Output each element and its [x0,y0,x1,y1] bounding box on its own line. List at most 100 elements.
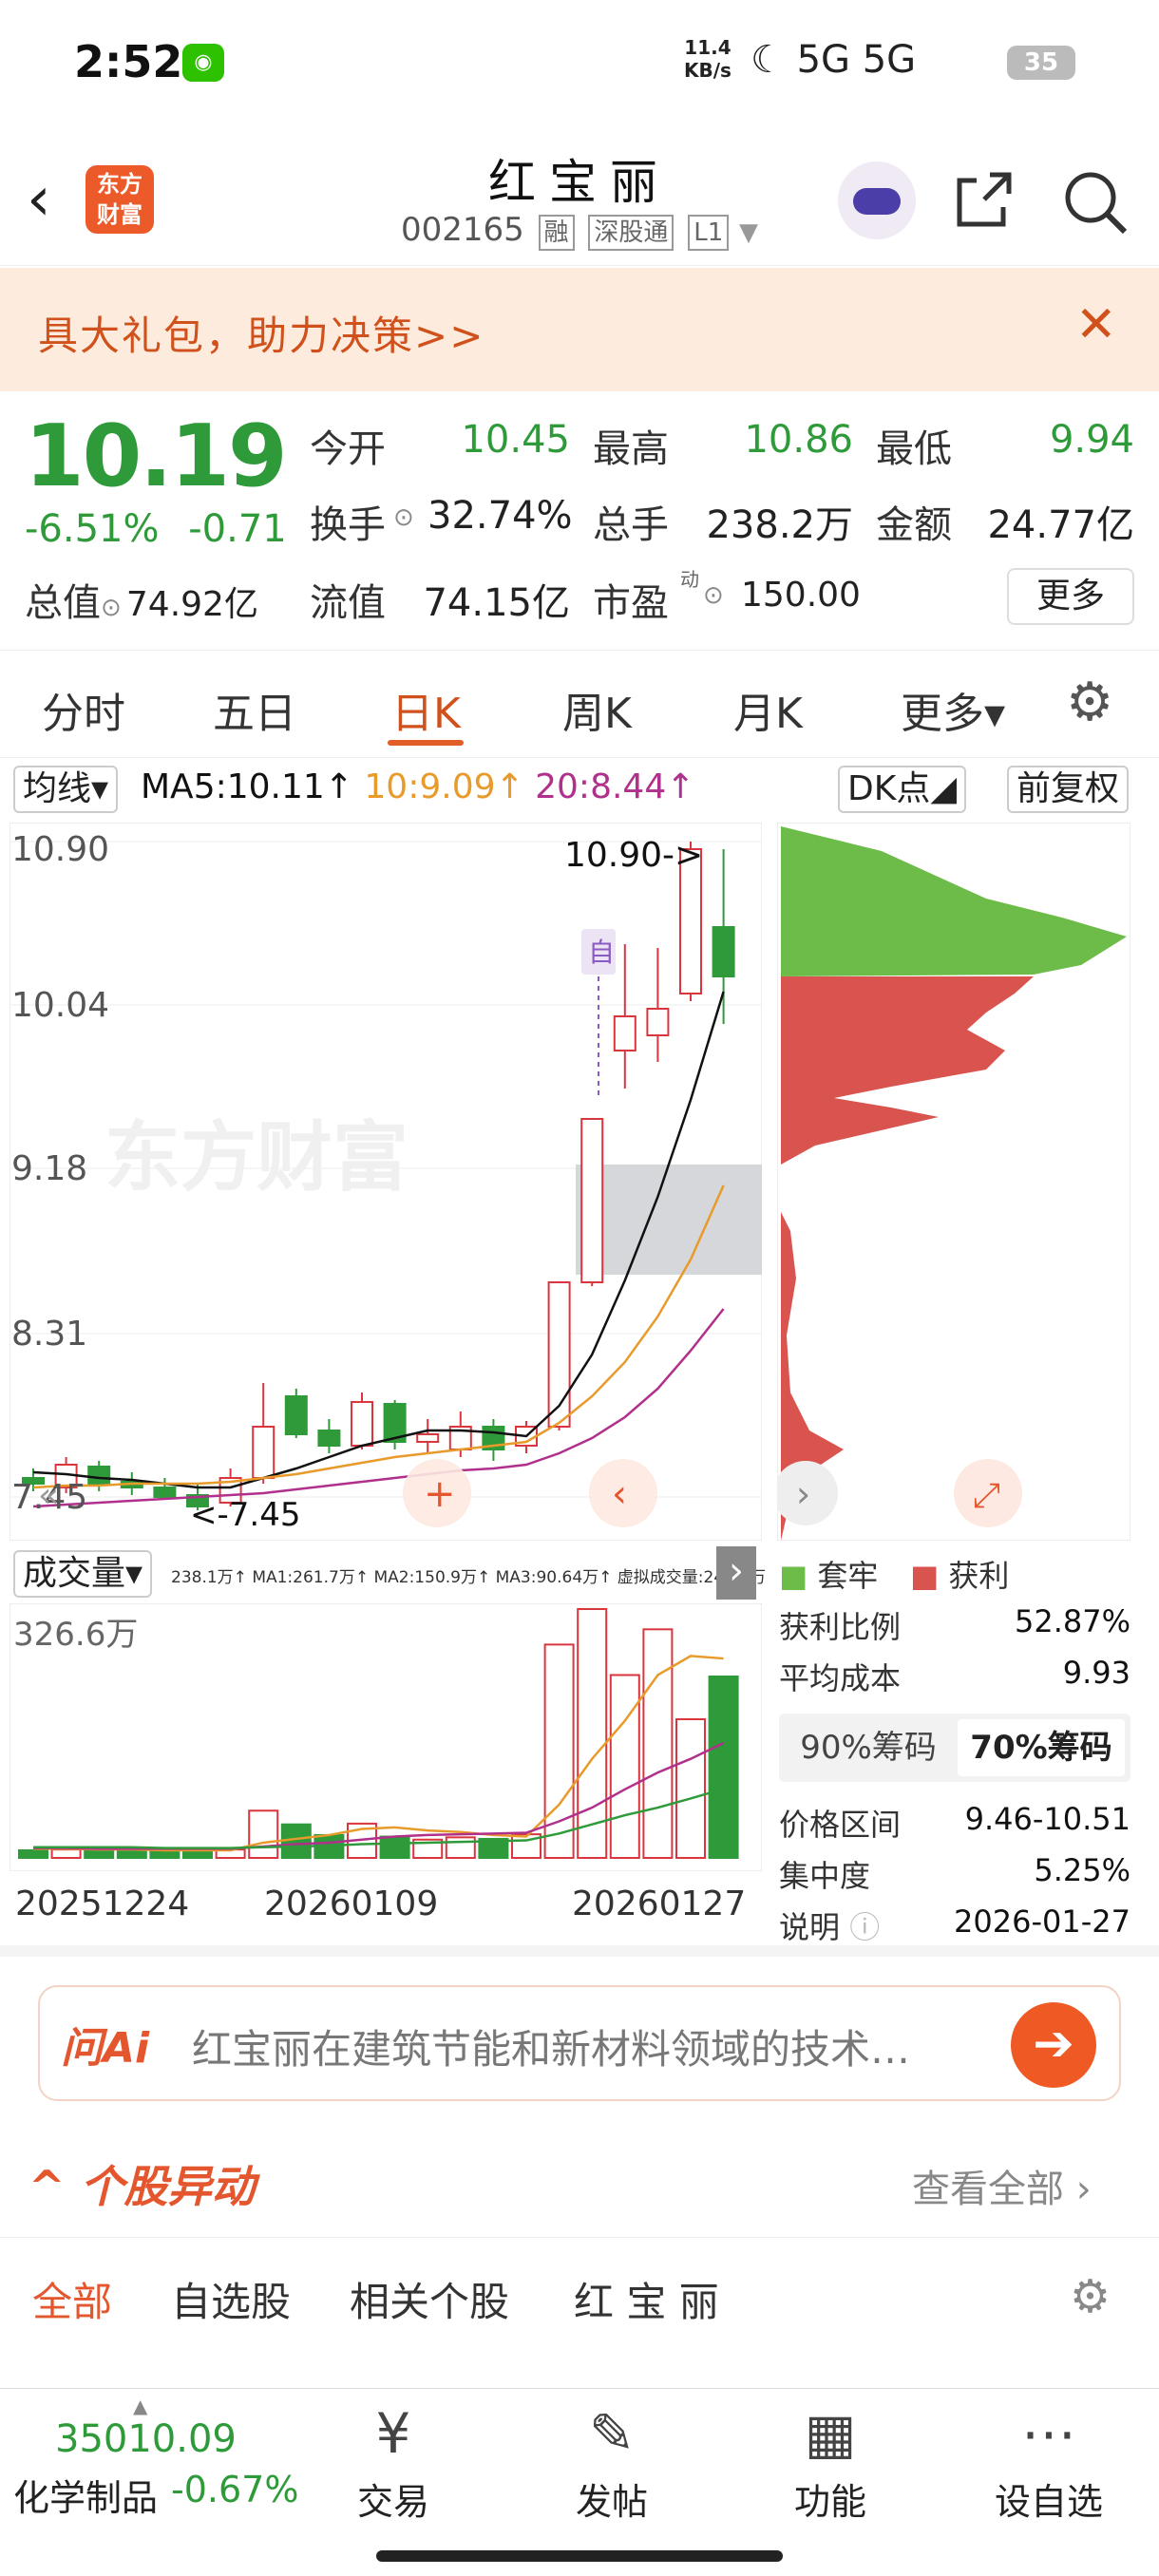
pe-label: 市盈 [593,581,669,625]
expand-icon[interactable]: ⤢ [973,1476,1000,1515]
filter-this-stock[interactable]: 红 宝 丽 [574,2270,719,2328]
mktcap-row: 总值⊙ 74.92亿 [25,572,258,627]
price-range-row: 价格区间 9.46-10.51 [779,1795,1130,1843]
close-icon[interactable]: ✕ [1075,296,1117,353]
network-speed: 11.4 KB/s [684,36,732,82]
view-all-link[interactable]: 查看全部 › [912,2158,1092,2213]
y-tick-label: 10.04 [11,986,109,1025]
tab-five-day[interactable]: 五日 [213,679,296,740]
quote-panel: 10.19 -6.51% -0.71 总值⊙ 74.92亿 今开 10.45 最… [0,399,1159,646]
volume-select[interactable]: 成交量▾ [13,1550,153,1598]
movers-title[interactable]: ^ 个股异动 [28,2152,256,2215]
tab-weekly-k[interactable]: 周K [562,679,632,740]
candle-body [580,1118,604,1283]
turnover-label: 换手 [310,503,386,547]
candlestick-chart[interactable]: 东方财富 10.9010.049.188.317.45 10.90-> <-7.… [10,823,762,1541]
ai-robot-icon[interactable] [838,161,916,239]
chip-legend: ■ 套牢 ■ 获利 [779,1546,1130,1594]
avg-cost-value: 9.93 [1062,1655,1130,1691]
watermark: 东方财富 [104,1113,408,1202]
volume-legend: 238.1万↑ MA1:261.7万↑ MA2:150.9万↑ MA3:90.6… [171,1568,767,1587]
note-label-text: 说明 [779,1909,841,1945]
net-speed-unit: KB/s [684,59,732,82]
filter-related[interactable]: 相关个股 [350,2270,509,2328]
index-value[interactable]: 35010.09 [55,2417,237,2461]
price-range-value: 9.46-10.51 [964,1801,1130,1837]
arrow-right-icon[interactable]: ➔ [1011,2002,1096,2088]
candle-body [416,1433,440,1443]
tab-monthly-k[interactable]: 月K [733,679,803,740]
chevron-right-icon[interactable]: › [716,1546,756,1600]
grid-icon: ▦ [804,2401,857,2466]
bottom-nav: ▲ 35010.09 化学制品 -0.67% ¥ 交易 ✎ 发帖 ▦ 功能 ⋯ … [0,2388,1159,2576]
stock-code: 002165 [400,211,524,249]
ask-ai-question[interactable]: 红宝丽在建筑节能和新材料领域的技术… [192,2017,1028,2075]
nav-add-watch[interactable]: ⋯ 设自选 [973,2400,1125,2525]
last-price: 10.19 [25,407,288,506]
amount-label: 金额 [876,503,952,547]
price-highlight-zone [576,1165,762,1275]
concentration-row: 集中度 5.25% [779,1847,1130,1894]
promo-banner[interactable]: 具大礼包，助力决策>> ✕ [0,268,1159,391]
edit-icon: ✎ [588,2401,636,2466]
tab-intraday[interactable]: 分时 [42,679,125,740]
chevron-right-icon[interactable]: › [796,1473,810,1515]
high-marker: 10.90-> [564,836,703,875]
candle-body [351,1401,373,1447]
level-tag: L1 [688,215,730,251]
low-label: 最低 [876,427,952,471]
gear-icon[interactable]: ⚙ [1066,672,1113,733]
volume-bar [675,1717,706,1859]
double-left-icon[interactable]: « [38,1476,59,1515]
open-value: 10.45 [461,418,570,462]
volume-bar [445,1836,476,1860]
chip-70-option[interactable]: 70%筹码 [958,1719,1125,1776]
float-label: 流值 [310,581,386,625]
promo-text[interactable]: 具大礼包，助力决策>> [38,304,484,362]
trade-icon: ¥ [375,2401,411,2466]
filter-watchlist[interactable]: 自选股 [171,2270,291,2328]
search-icon[interactable] [1060,167,1130,237]
filter-all[interactable]: 全部 [32,2270,112,2328]
index-change: -0.67% [171,2469,299,2510]
nav-trade[interactable]: ¥ 交易 [317,2400,469,2525]
candle-body [284,1395,308,1435]
date-axis: 20251224 20260109 20260127 [0,1877,760,1934]
plus-icon[interactable]: + [424,1472,456,1516]
nav-post[interactable]: ✎ 发帖 [536,2400,688,2525]
concentration-value: 5.25% [1034,1852,1130,1888]
legend-profit: ■ 获利 [910,1558,1010,1594]
legend-loss-text: 套牢 [817,1558,879,1594]
nav-post-label: 发帖 [575,2481,648,2523]
ma20-label: 20:8.44↑ [535,767,695,806]
change-percent: -6.51% [25,507,160,551]
chip-90-option[interactable]: 90%筹码 [785,1719,952,1776]
tab-daily-k[interactable]: 日K [391,679,461,740]
nav-features[interactable]: ▦ 功能 [754,2400,906,2525]
ma-select[interactable]: 均线▾ [13,766,119,813]
dk-point-button[interactable]: DK点◢ [838,766,967,813]
volume-chart[interactable]: 326.6万 [10,1603,762,1871]
chevron-up-icon[interactable]: ▲ [133,2395,147,2417]
note-row[interactable]: 说明 ⓘ 2026-01-27 [779,1898,1130,1945]
home-indicator [376,2550,783,2562]
active-tab-indicator [388,740,464,746]
ask-ai-bar[interactable]: 问Ai 红宝丽在建筑节能和新材料领域的技术… ➔ [38,1985,1121,2101]
chip-distribution-chart[interactable]: › ⤢ [777,823,1130,1541]
legend-loss: ■ 套牢 [779,1558,879,1594]
index-name[interactable]: 化学制品 [13,2469,158,2521]
chart-period-tabs: 分时 五日 日K 周K 月K 更多▾ ⚙ [0,650,1159,758]
profit-ratio-row: 获利比例 52.87% [779,1598,1130,1645]
status-bar: 2:52 ◉ 11.4 KB/s ☾ 5G 5G 35 [0,0,1159,123]
date-label-mid: 20260109 [264,1885,439,1923]
tab-more[interactable]: 更多▾ [901,679,1005,740]
volume-toolbar: 成交量▾ 238.1万↑ MA1:261.7万↑ MA2:150.9万↑ MA3… [0,1546,766,1600]
info-icon[interactable]: ⓘ [849,1909,880,1945]
section-divider [0,1945,1159,1957]
volume-value: 238.2万 [706,503,853,547]
gear-icon[interactable]: ⚙ [1070,2270,1111,2323]
price-adjust-button[interactable]: 前复权 [1007,766,1130,813]
chevron-left-icon[interactable]: ‹ [612,1472,627,1516]
more-button[interactable]: 更多 [1007,568,1134,625]
share-icon[interactable] [950,167,1016,234]
